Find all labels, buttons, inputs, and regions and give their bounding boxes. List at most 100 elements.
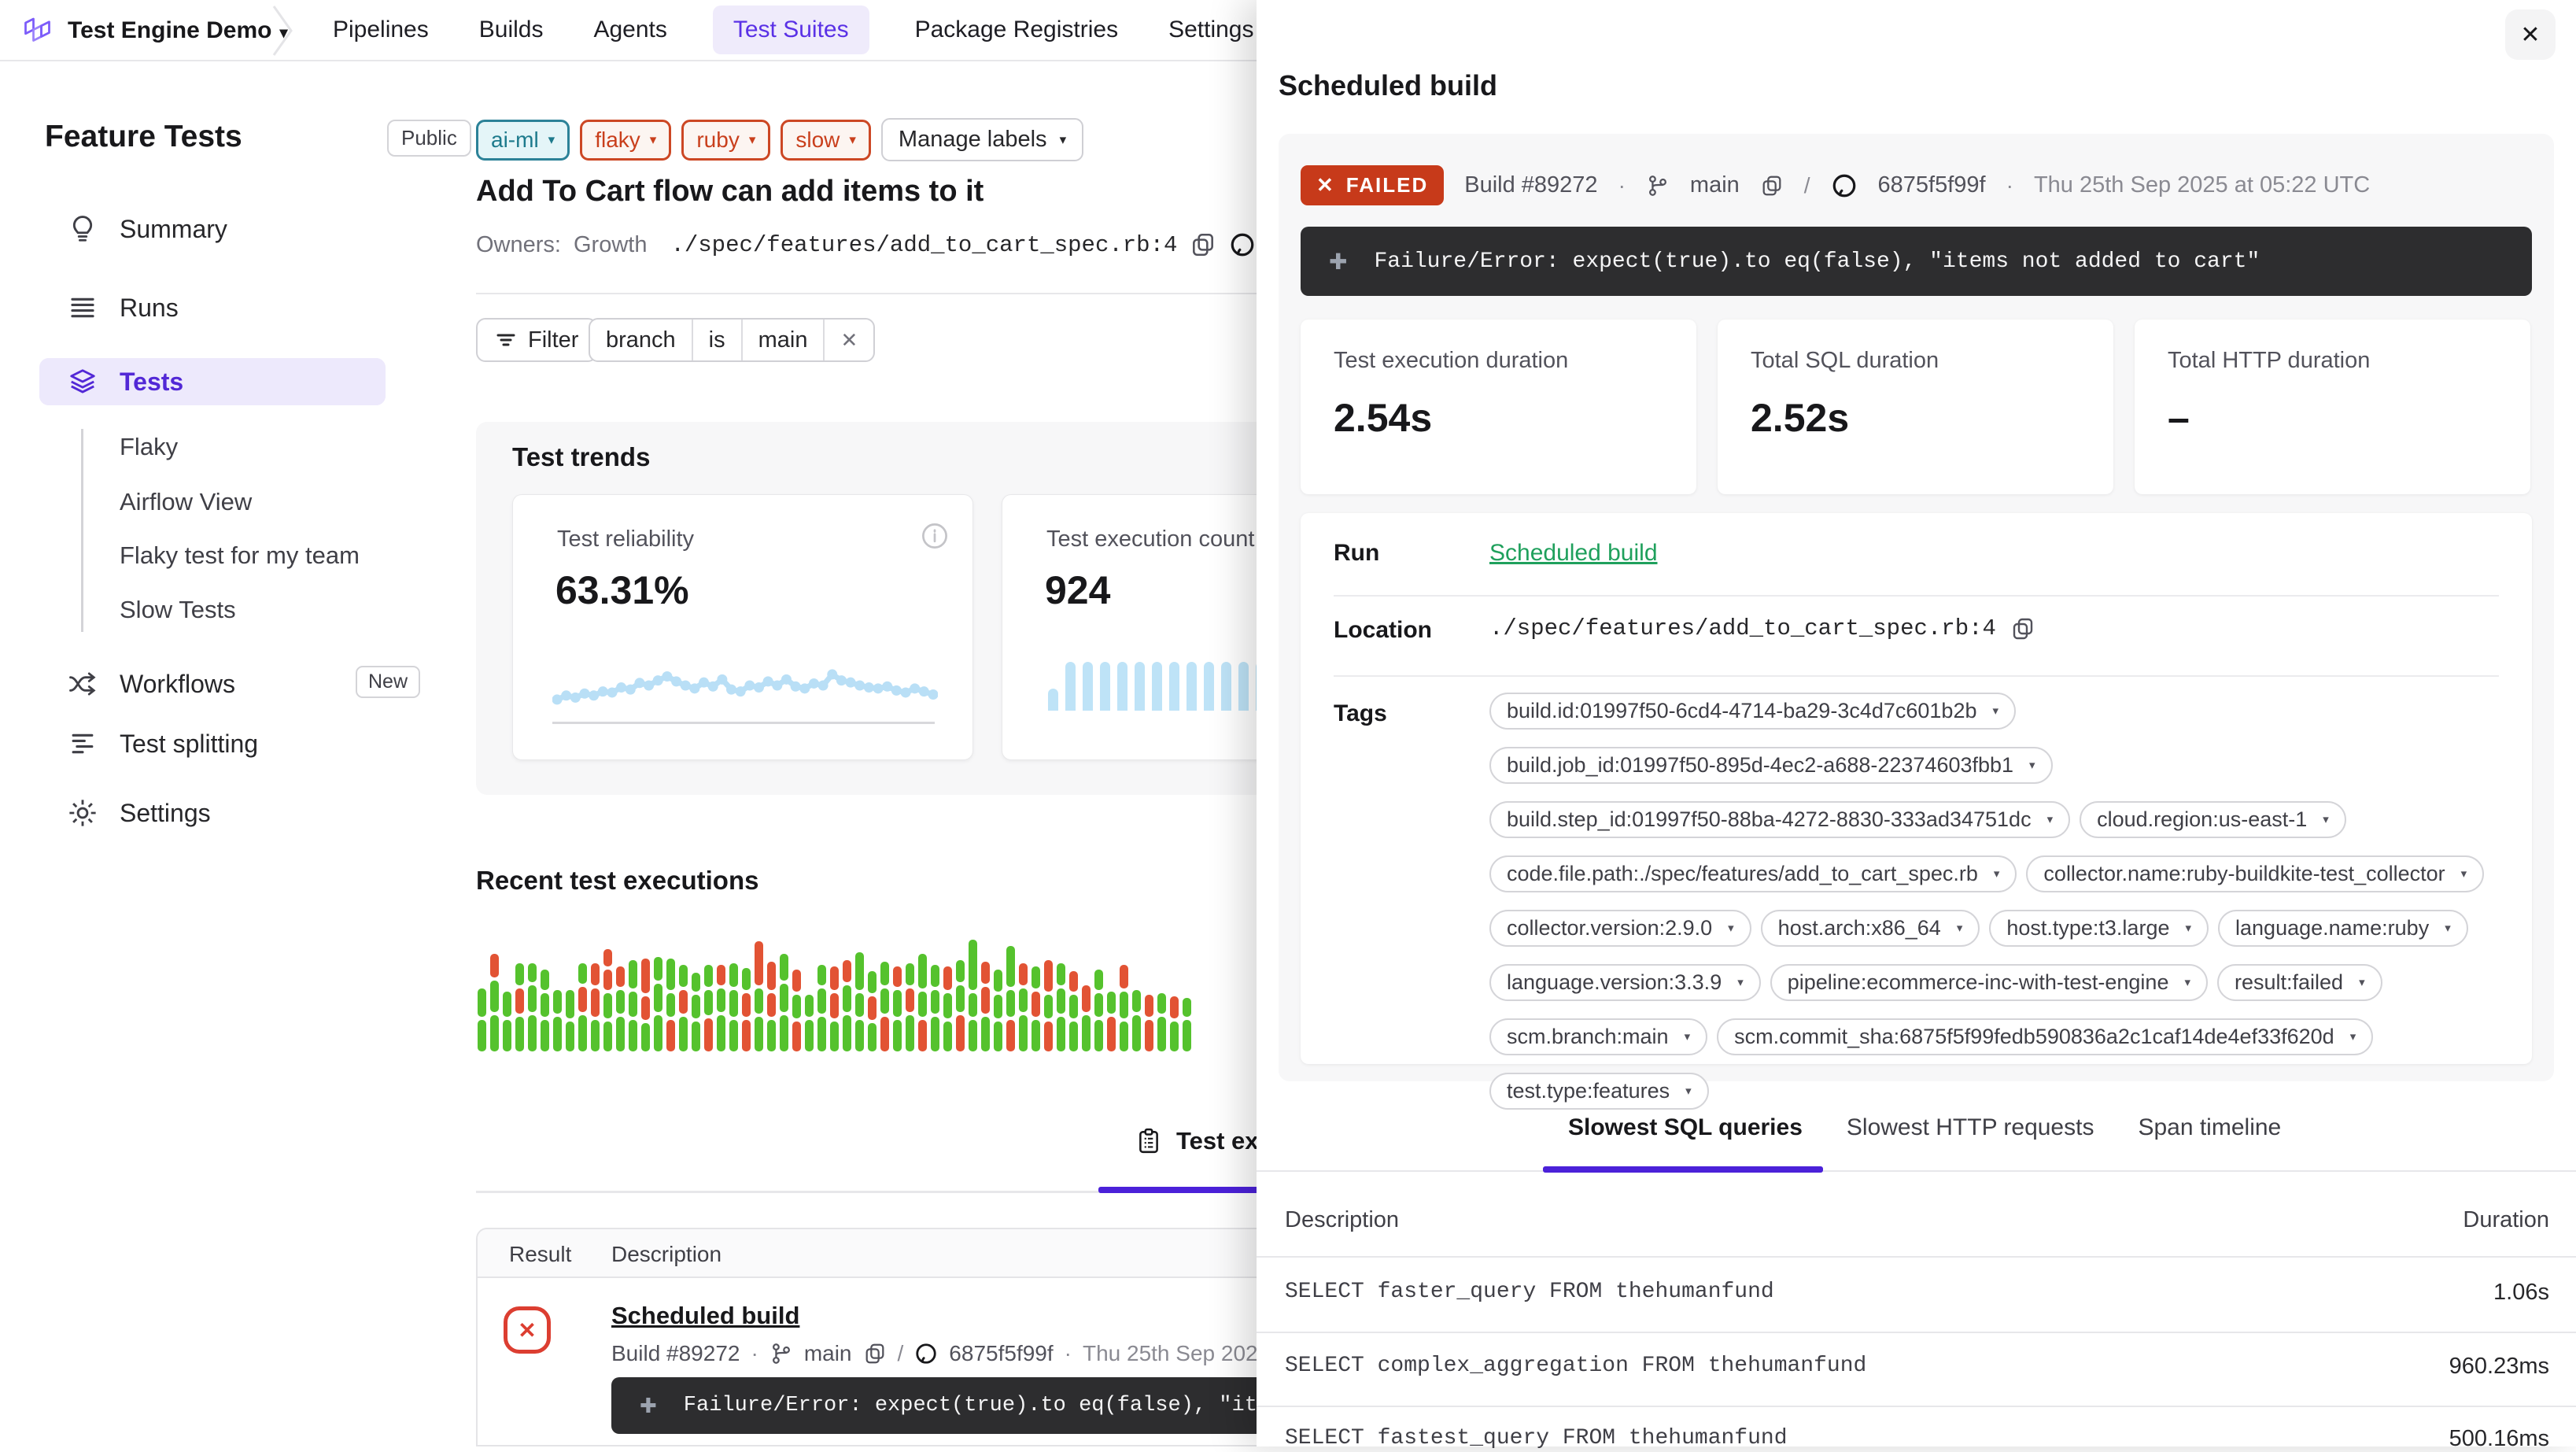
copy-icon[interactable] bbox=[2010, 616, 2035, 641]
execution-column[interactable] bbox=[1132, 990, 1141, 1051]
copy-icon[interactable] bbox=[1760, 174, 1784, 198]
execution-column[interactable] bbox=[541, 970, 549, 1051]
filter-operator[interactable]: is bbox=[693, 320, 743, 360]
tag-chip[interactable]: build.id:01997f50-6cd4-4714-ba29-3c4d7c6… bbox=[1489, 693, 2016, 730]
execution-column[interactable] bbox=[767, 962, 776, 1051]
sidebar-item-summary[interactable]: Summary bbox=[68, 214, 227, 244]
sidebar-item-runs[interactable]: Runs bbox=[68, 293, 179, 323]
execution-column[interactable] bbox=[553, 990, 562, 1051]
execution-column[interactable] bbox=[906, 963, 914, 1051]
label-slow[interactable]: slow▾ bbox=[781, 120, 871, 161]
execution-column[interactable] bbox=[717, 965, 725, 1051]
execution-column[interactable] bbox=[503, 992, 511, 1051]
sidebar-item-flaky[interactable]: Flaky bbox=[120, 433, 178, 461]
sidebar-item-settings[interactable]: Settings bbox=[68, 798, 211, 828]
run-link[interactable]: Scheduled build bbox=[1489, 540, 1658, 567]
tag-chip[interactable]: test.type:features▾ bbox=[1489, 1073, 1709, 1110]
label-ruby[interactable]: ruby▾ bbox=[681, 120, 770, 161]
execution-column[interactable] bbox=[817, 965, 826, 1051]
execution-column[interactable] bbox=[704, 965, 713, 1051]
execution-column[interactable] bbox=[566, 990, 574, 1051]
execution-column[interactable] bbox=[1094, 970, 1103, 1051]
execution-column[interactable] bbox=[591, 963, 600, 1051]
copy-icon[interactable] bbox=[1190, 231, 1216, 258]
execution-column[interactable] bbox=[578, 963, 587, 1051]
nav-agents[interactable]: Agents bbox=[589, 6, 671, 54]
execution-column[interactable] bbox=[515, 963, 524, 1051]
execution-column[interactable] bbox=[1057, 963, 1065, 1051]
execution-column[interactable] bbox=[943, 966, 952, 1051]
tag-chip[interactable]: scm.commit_sha:6875f5f99fedb590836a2c1ca… bbox=[1717, 1018, 2373, 1055]
execution-column[interactable] bbox=[1032, 966, 1040, 1051]
buildkite-logo-icon[interactable] bbox=[24, 15, 55, 46]
execution-column[interactable] bbox=[1120, 965, 1128, 1051]
execution-column[interactable] bbox=[478, 988, 486, 1051]
tab-span-timeline[interactable]: Span timeline bbox=[2138, 1114, 2281, 1162]
filter-field[interactable]: branch bbox=[590, 320, 693, 360]
execution-column[interactable] bbox=[654, 957, 662, 1051]
execution-column[interactable] bbox=[780, 954, 788, 1051]
execution-column[interactable] bbox=[1069, 971, 1078, 1051]
tag-chip[interactable]: host.arch:x86_64▾ bbox=[1761, 910, 1980, 947]
execution-column[interactable] bbox=[956, 960, 965, 1051]
execution-column[interactable] bbox=[918, 954, 927, 1051]
sidebar-item-flaky-test-for-my-team[interactable]: Flaky test for my team bbox=[120, 541, 360, 570]
execution-column[interactable] bbox=[755, 941, 763, 1051]
nav-package-registries[interactable]: Package Registries bbox=[910, 6, 1123, 54]
label-flaky[interactable]: flaky▾ bbox=[580, 120, 671, 161]
tag-chip[interactable]: language.version:3.3.9▾ bbox=[1489, 964, 1761, 1001]
tag-chip[interactable]: result:failed▾ bbox=[2217, 964, 2382, 1001]
execution-column[interactable] bbox=[1019, 963, 1028, 1051]
execution-column[interactable] bbox=[880, 962, 889, 1051]
close-button[interactable]: ✕ bbox=[2505, 9, 2556, 60]
org-switcher[interactable]: Test Engine Demo▾ bbox=[68, 17, 288, 44]
execution-column[interactable] bbox=[603, 949, 612, 1051]
label-ai-ml[interactable]: ai-ml▾ bbox=[476, 120, 570, 161]
tab-slowest-sql-queries[interactable]: Slowest SQL queries bbox=[1568, 1114, 1803, 1162]
tag-chip[interactable]: pipeline:ecommerce-inc-with-test-engine▾ bbox=[1770, 964, 2208, 1001]
execution-column[interactable] bbox=[528, 963, 537, 1051]
execution-column[interactable] bbox=[1145, 995, 1153, 1051]
execution-column[interactable] bbox=[981, 962, 990, 1051]
tag-chip[interactable]: build.step_id:01997f50-88ba-4272-8830-33… bbox=[1489, 801, 2070, 838]
execution-column[interactable] bbox=[616, 966, 625, 1051]
execution-column[interactable] bbox=[1183, 998, 1191, 1051]
execution-column[interactable] bbox=[490, 954, 499, 1051]
execution-column[interactable] bbox=[792, 970, 801, 1051]
execution-column[interactable] bbox=[868, 971, 877, 1051]
execution-column[interactable] bbox=[729, 963, 738, 1051]
nav-pipelines[interactable]: Pipelines bbox=[328, 6, 434, 54]
execution-column[interactable] bbox=[830, 966, 839, 1051]
filter-button[interactable]: Filter bbox=[476, 318, 597, 362]
execution-column[interactable] bbox=[1170, 996, 1179, 1051]
tag-chip[interactable]: code.file.path:./spec/features/add_to_ca… bbox=[1489, 855, 2017, 892]
execution-column[interactable] bbox=[855, 952, 864, 1051]
tag-chip[interactable]: cloud.region:us-east-1▾ bbox=[2080, 801, 2346, 838]
tag-chip[interactable]: host.type:t3.large▾ bbox=[1989, 910, 2209, 947]
tag-chip[interactable]: language.name:ruby▾ bbox=[2218, 910, 2468, 947]
filter-remove-icon[interactable]: ✕ bbox=[825, 320, 873, 360]
execution-column[interactable] bbox=[666, 959, 675, 1051]
sidebar-item-test-splitting[interactable]: Test splitting bbox=[68, 729, 258, 759]
sidebar-item-airflow-view[interactable]: Airflow View bbox=[120, 488, 252, 516]
build-number[interactable]: Build #89272 bbox=[1464, 172, 1597, 198]
tab-slowest-http-requests[interactable]: Slowest HTTP requests bbox=[1847, 1114, 2094, 1162]
execution-column[interactable] bbox=[1082, 985, 1091, 1051]
filter-value[interactable]: main bbox=[743, 320, 825, 360]
tag-chip[interactable]: scm.branch:main▾ bbox=[1489, 1018, 1707, 1055]
copy-icon[interactable] bbox=[863, 1342, 887, 1365]
execution-column[interactable] bbox=[629, 960, 637, 1051]
execution-column[interactable] bbox=[994, 970, 1002, 1051]
nav-settings[interactable]: Settings bbox=[1164, 6, 1258, 54]
nav-test-suites[interactable]: Test Suites bbox=[713, 6, 869, 54]
execution-column[interactable] bbox=[1107, 992, 1116, 1051]
commit-sha[interactable]: 6875f5f99f bbox=[1878, 172, 1986, 198]
info-icon[interactable] bbox=[921, 522, 949, 550]
execution-column[interactable] bbox=[969, 940, 977, 1051]
tag-chip[interactable]: collector.name:ruby-buildkite-test_colle… bbox=[2026, 855, 2484, 892]
manage-labels-button[interactable]: Manage labels▾ bbox=[881, 118, 1083, 161]
execution-link[interactable]: Scheduled build bbox=[611, 1302, 799, 1330]
sidebar-item-slow-tests[interactable]: Slow Tests bbox=[120, 596, 236, 624]
execution-column[interactable] bbox=[843, 960, 851, 1051]
execution-column[interactable] bbox=[742, 968, 751, 1051]
